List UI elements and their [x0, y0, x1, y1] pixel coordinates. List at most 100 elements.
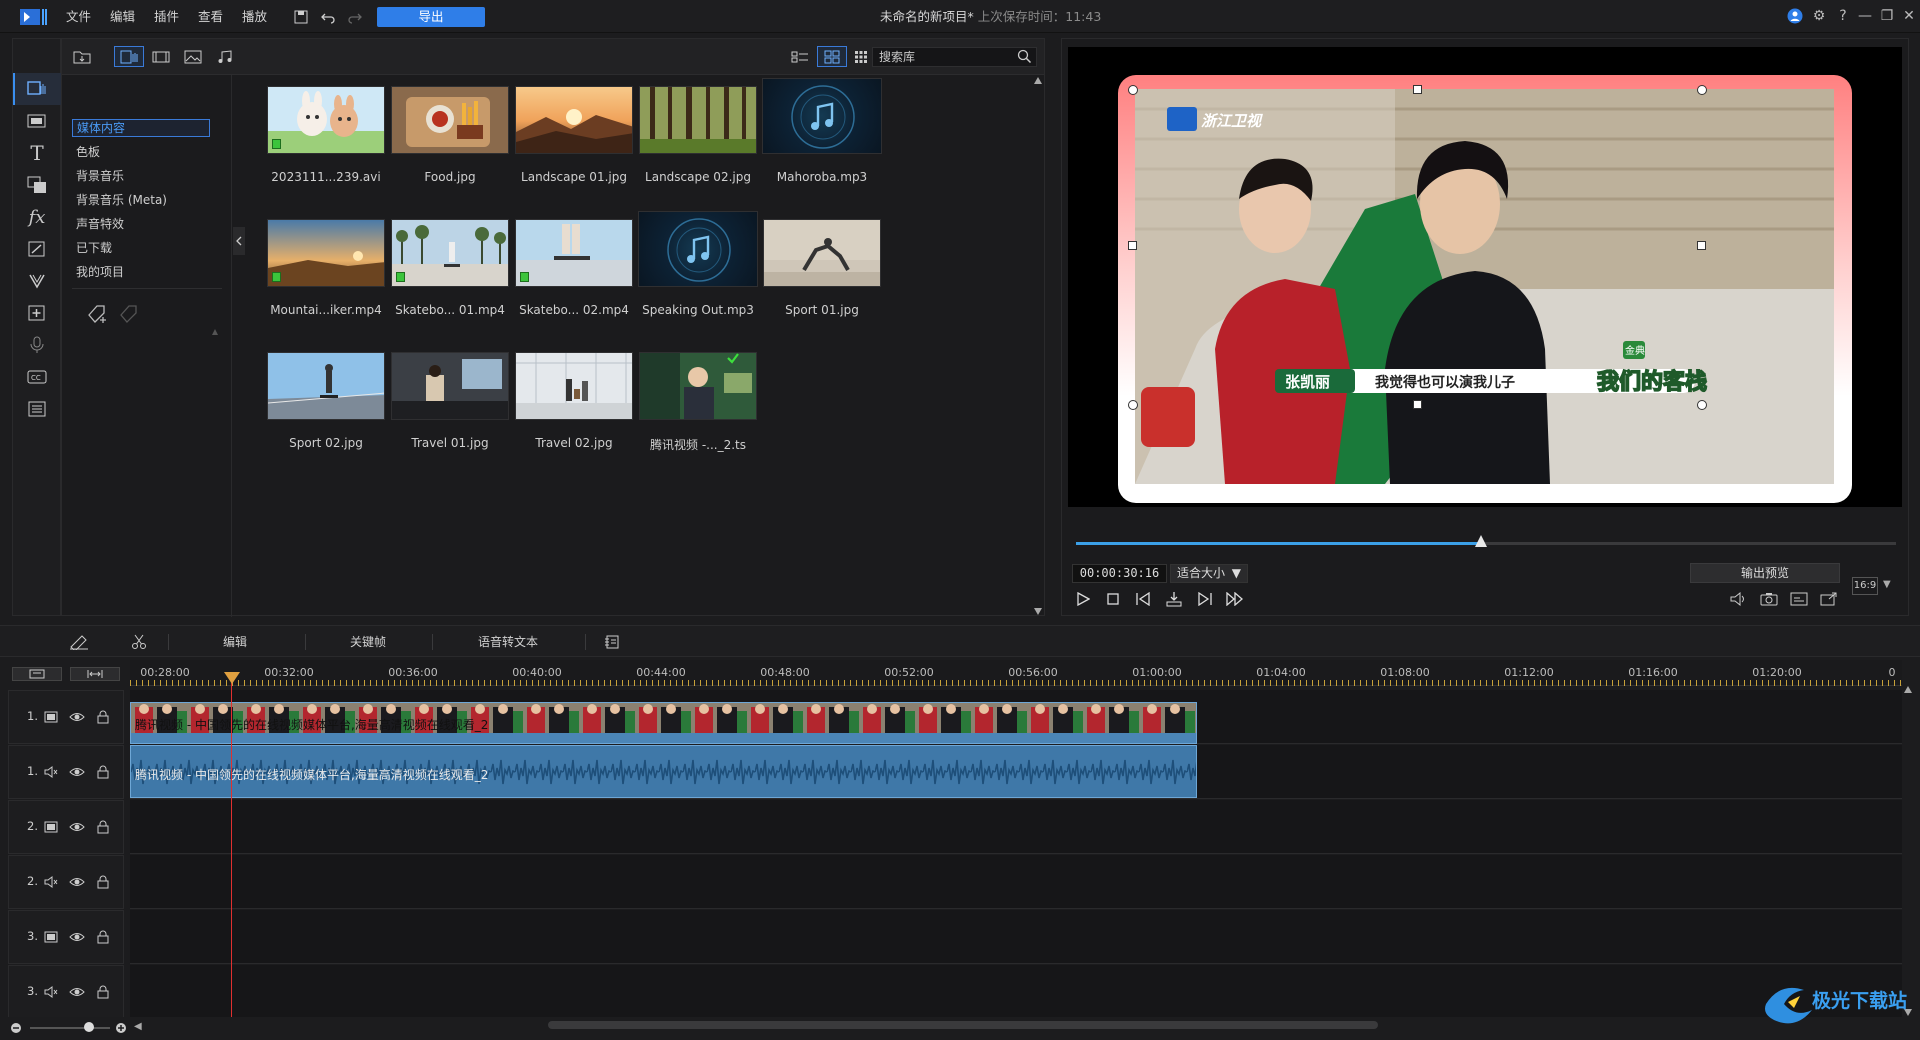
add-tag-icon[interactable] [86, 303, 110, 325]
tools-icon[interactable] [68, 634, 90, 650]
account-icon[interactable] [1785, 6, 1805, 26]
particle-room-icon[interactable] [23, 236, 51, 262]
grid-view-icon[interactable] [817, 46, 847, 67]
resize-handle[interactable] [1413, 85, 1422, 94]
undo-icon[interactable] [318, 7, 338, 27]
search-icon[interactable] [1017, 49, 1032, 64]
menu-plugins[interactable]: 插件 [154, 0, 179, 33]
close-icon[interactable]: ✕ [1899, 6, 1919, 26]
minimize-icon[interactable]: — [1855, 6, 1875, 26]
zoom-slider-handle[interactable] [84, 1022, 94, 1032]
resize-handle[interactable] [1697, 241, 1706, 250]
media-item[interactable]: Food.jpg [370, 84, 510, 214]
save-icon[interactable] [291, 7, 311, 27]
keyframe-button[interactable]: 关键帧 [350, 626, 386, 658]
fx-room-icon[interactable]: fx [23, 204, 51, 230]
stop-icon[interactable] [1102, 588, 1124, 610]
visibility-eye-icon[interactable] [69, 929, 85, 945]
media-item[interactable]: Landscape 01.jpg [494, 84, 634, 214]
visibility-eye-icon[interactable] [69, 984, 85, 1000]
menu-view[interactable]: 查看 [198, 0, 223, 33]
previous-frame-icon[interactable] [1132, 588, 1154, 610]
pip-frame[interactable]: 张凯丽 我觉得也可以演我儿子 浙江卫视 金典 我们的客栈 [1118, 75, 1852, 503]
visibility-eye-icon[interactable] [69, 874, 85, 890]
more-options-icon[interactable] [604, 634, 620, 650]
category-downloaded[interactable]: 已下载 [72, 239, 210, 257]
timecode-display[interactable]: 00:00:30:16 [1072, 564, 1167, 583]
export-button[interactable]: 导出 [377, 7, 485, 27]
track-audio-3[interactable] [130, 965, 1902, 1019]
media-item[interactable]: Travel 01.jpg [370, 350, 510, 480]
split-icon[interactable] [1163, 588, 1185, 610]
collapse-panel-button[interactable] [233, 227, 245, 255]
import-media-icon[interactable] [67, 46, 97, 67]
pip-room-icon[interactable] [23, 172, 51, 198]
category-background-music[interactable]: 背景音乐 [72, 167, 210, 185]
remove-tag-icon[interactable] [118, 303, 142, 325]
next-frame-icon[interactable] [1194, 588, 1216, 610]
media-item[interactable]: Sport 02.jpg [246, 350, 386, 480]
lock-icon[interactable] [95, 874, 111, 890]
transition-room-icon[interactable] [23, 108, 51, 134]
audio-clip[interactable]: 腾讯视频 - 中国领先的在线视频媒体平台,海量高清视频在线观看_2 [130, 745, 1197, 798]
library-scrollbar[interactable] [1033, 77, 1043, 615]
menu-room-icon[interactable] [23, 396, 51, 422]
resize-handle[interactable] [1128, 400, 1138, 410]
resize-handle[interactable] [1413, 400, 1422, 409]
lock-icon[interactable] [95, 819, 111, 835]
edit-button[interactable]: 编辑 [223, 626, 247, 658]
visibility-eye-icon[interactable] [69, 819, 85, 835]
snapshot-icon[interactable] [1758, 588, 1780, 610]
preview-viewport[interactable]: 张凯丽 我觉得也可以演我儿子 浙江卫视 金典 我们的客栈 [1068, 47, 1902, 507]
fit-size-dropdown[interactable]: 适合大小 ▼ [1170, 564, 1248, 583]
title-room-icon[interactable]: T [23, 140, 51, 166]
zoom-out-icon[interactable] [10, 1022, 22, 1034]
zoom-in-icon[interactable] [115, 1022, 127, 1034]
play-icon[interactable] [1072, 588, 1094, 610]
filter-video-icon[interactable] [146, 46, 176, 67]
track-video-2[interactable] [130, 800, 1902, 854]
filter-audio-icon[interactable] [210, 46, 240, 67]
subtitle-room-icon[interactable]: CC [23, 364, 51, 390]
filter-all-media-icon[interactable] [114, 46, 144, 67]
speech-to-text-button[interactable]: 语音转文本 [478, 626, 538, 658]
redo-icon[interactable] [345, 7, 365, 27]
track-audio-2[interactable] [130, 855, 1902, 909]
lock-icon[interactable] [95, 709, 111, 725]
aspect-chevron-icon[interactable]: ▼ [1883, 579, 1891, 590]
track-video-1[interactable]: 腾讯视频 - 中国领先的在线视频媒体平台,海量高清视频在线观看_2 [130, 690, 1902, 744]
category-color-board[interactable]: 色板 [72, 143, 210, 161]
media-item[interactable]: Landscape 02.jpg [618, 84, 758, 214]
media-room-icon[interactable] [23, 76, 51, 102]
media-item[interactable]: Mountai...iker.mp4 [246, 217, 386, 347]
playhead-line[interactable] [231, 672, 232, 1017]
media-item[interactable]: Speaking Out.mp3 [618, 209, 758, 339]
media-item[interactable]: Sport 01.jpg [742, 217, 882, 347]
subtitle-toggle-icon[interactable] [1788, 588, 1810, 610]
voiceover-icon[interactable] [23, 332, 51, 358]
media-item[interactable]: Skatebo... 01.mp4 [370, 217, 510, 347]
category-my-projects[interactable]: 我的项目 [72, 263, 210, 281]
fast-forward-icon[interactable] [1224, 588, 1246, 610]
visibility-eye-icon[interactable] [69, 709, 85, 725]
media-item[interactable]: 腾讯视频 -..._2.ts [618, 350, 758, 480]
resize-handle[interactable] [1128, 241, 1137, 250]
restore-icon[interactable]: ❐ [1877, 6, 1897, 26]
timeline-ruler[interactable]: 00:28:00 00:32:00 00:36:00 00:40:00 00:44:00… [130, 660, 1902, 686]
menu-edit[interactable]: 编辑 [110, 0, 135, 33]
scrubber-handle[interactable] [1475, 535, 1488, 547]
category-scrollbar[interactable] [212, 329, 218, 639]
resize-handle[interactable] [1697, 85, 1707, 95]
settings-icon[interactable]: ⚙ [1809, 6, 1829, 26]
fit-timeline-icon[interactable] [70, 667, 120, 681]
volume-icon[interactable] [1728, 588, 1750, 610]
list-view-icon[interactable] [785, 46, 815, 67]
media-item[interactable]: 2023111...239.avi [246, 84, 386, 214]
category-background-music-meta[interactable]: 背景音乐 (Meta) [72, 191, 210, 209]
output-preview-button[interactable]: 输出预览 [1690, 563, 1840, 583]
playhead-handle[interactable] [224, 672, 240, 684]
aspect-ratio-button[interactable]: 16:9 [1852, 577, 1878, 595]
library-search-input[interactable]: 搜索库 [872, 47, 1037, 67]
lock-icon[interactable] [95, 984, 111, 1000]
zoom-slider[interactable] [30, 1027, 110, 1029]
